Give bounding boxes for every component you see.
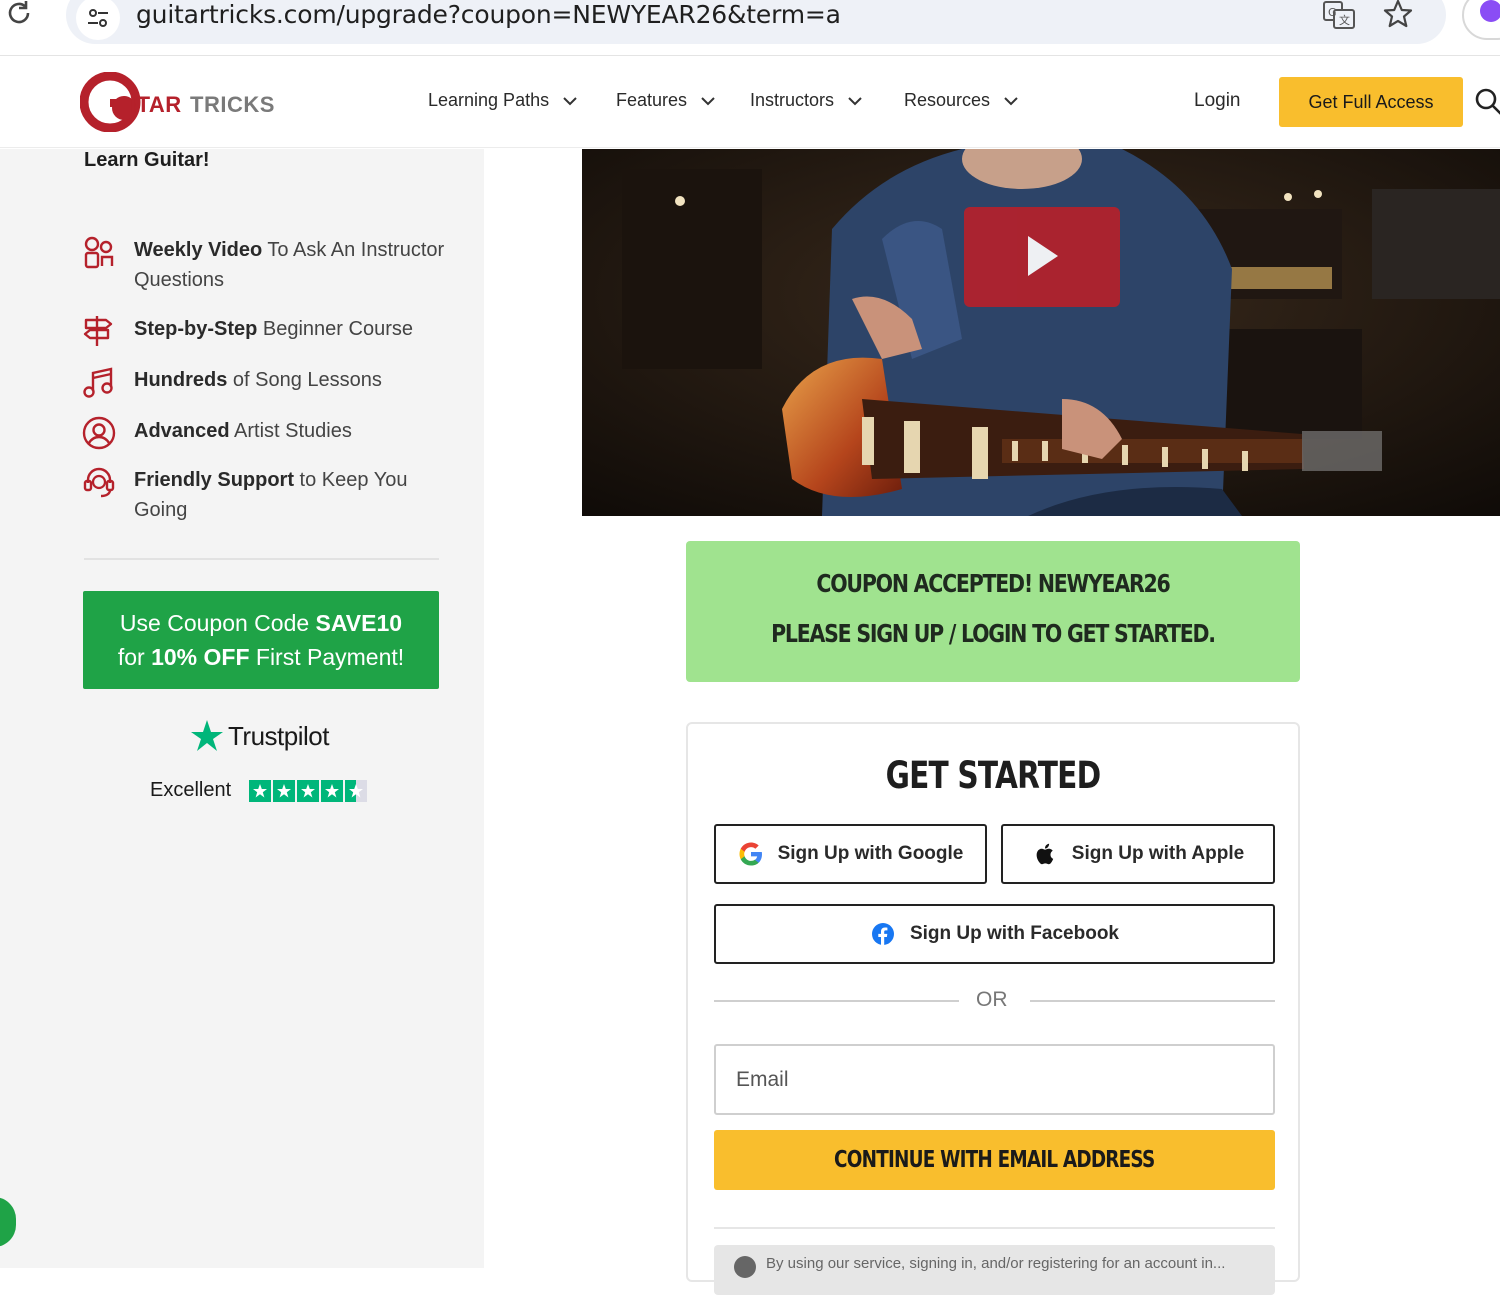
feature-item: Step-by-Step Beginner Course [82, 314, 462, 348]
info-icon [734, 1256, 756, 1278]
star-icon [297, 779, 320, 802]
tune-icon [88, 9, 108, 27]
coupon-instruction-text: PLEASE SIGN UP / LOGIN TO GET STARTED. [771, 619, 1216, 648]
coupon-discount: 10% OFF [151, 644, 250, 670]
star-half-icon [345, 779, 368, 802]
feature-text: of Song Lessons [227, 369, 382, 391]
site-header: ITAR TRICKS Learning Paths Features Inst… [0, 57, 1500, 148]
browser-toolbar: guitartricks.com/upgrade?coupon=NEWYEAR2… [0, 0, 1500, 56]
user-circle-icon [82, 416, 116, 450]
nav-instructors-label: Instructors [750, 90, 835, 110]
translate-icon[interactable]: G 文 [1322, 0, 1356, 30]
feature-bold: Advanced [134, 420, 230, 442]
chevron-down-icon [701, 96, 715, 105]
feature-bold: Weekly Video [134, 239, 263, 261]
svg-text:ITAR: ITAR [130, 92, 182, 117]
coupon-promo: Use Coupon Code SAVE10 for 10% OFF First… [83, 591, 439, 689]
svg-text:G: G [1328, 6, 1337, 19]
google-signup-button[interactable]: Sign Up with Google [714, 824, 987, 884]
facebook-signup-label: Sign Up with Facebook [909, 923, 1119, 944]
url-text[interactable]: guitartricks.com/upgrade?coupon=NEWYEAR2… [136, 0, 841, 29]
coupon-text: First Payment! [249, 644, 405, 670]
feature-text: Beginner Course [257, 318, 413, 340]
chevron-down-icon [848, 96, 862, 105]
music-note-icon [83, 367, 113, 398]
feature-item: Hundreds of Song Lessons [82, 365, 462, 399]
feature-item: Advanced Artist Studies [82, 416, 462, 450]
google-icon [739, 842, 762, 866]
bookmark-star-icon[interactable] [1382, 0, 1414, 30]
or-label: OR [976, 988, 1008, 1011]
star-icon [249, 779, 272, 802]
nav-instructors[interactable]: Instructors [750, 90, 862, 111]
star-icon [273, 779, 296, 802]
facebook-signup-button[interactable]: Sign Up with Facebook [714, 904, 1275, 964]
sidebar-divider [84, 558, 439, 560]
apple-icon [1036, 843, 1053, 865]
email-input[interactable] [714, 1044, 1275, 1115]
feature-bold: Hundreds [134, 369, 228, 391]
continue-label: CONTINUE WITH EMAIL ADDRESS [834, 1147, 1155, 1173]
video-thumbnail [582, 149, 1500, 516]
coupon-accepted-text: COUPON ACCEPTED! NEWYEAR26 [816, 569, 1170, 598]
or-line-left [714, 1000, 959, 1002]
trustpilot-stars [249, 779, 368, 802]
star-icon [321, 779, 344, 802]
sidebar-heading: Learn Guitar! [84, 149, 210, 171]
apple-signup-button[interactable]: Sign Up with Apple [1001, 824, 1275, 884]
feature-item: Friendly Support to Keep You Going [82, 465, 462, 525]
or-separator: OR [714, 986, 1275, 1016]
trustpilot-rating: Excellent [150, 779, 368, 802]
headset-icon [83, 467, 115, 498]
google-signup-label: Sign Up with Google [777, 843, 964, 864]
trustpilot-rating-label: Excellent [150, 779, 232, 801]
chevron-down-icon [1004, 96, 1018, 105]
nav-learning-paths[interactable]: Learning Paths [428, 90, 577, 111]
feature-text: Artist Studies [229, 420, 352, 442]
address-bar[interactable]: guitartricks.com/upgrade?coupon=NEWYEAR2… [66, 0, 1446, 44]
trustpilot-brand: Trustpilot [228, 720, 329, 751]
terms-notice: By using our service, signing in, and/or… [714, 1245, 1275, 1295]
svg-text:文: 文 [1339, 13, 1350, 27]
search-icon[interactable] [1474, 87, 1500, 117]
terms-text: By using our service, signing in, and/or… [766, 1255, 1226, 1272]
signup-title: GET STARTED [885, 754, 1102, 797]
nav-features[interactable]: Features [616, 90, 715, 111]
nav-features-label: Features [616, 90, 688, 110]
signpost-icon [83, 316, 113, 346]
login-link[interactable]: Login [1194, 90, 1241, 112]
play-button[interactable] [964, 207, 1120, 307]
get-full-access-button[interactable]: Get Full Access [1279, 77, 1463, 127]
trustpilot-logo[interactable]: Trustpilot [190, 719, 329, 753]
facebook-icon [871, 923, 894, 945]
signup-card: GET STARTED Sign Up with Google Sign Up … [686, 722, 1300, 1295]
coupon-text: Use Coupon Code [119, 610, 316, 636]
video-player[interactable] [582, 149, 1500, 516]
or-line-right [1030, 1000, 1275, 1002]
apple-signup-label: Sign Up with Apple [1071, 843, 1245, 864]
users-icon [84, 236, 114, 269]
svg-text:TRICKS: TRICKS [190, 92, 275, 117]
card-divider [714, 1227, 1275, 1229]
continue-with-email-button[interactable]: CONTINUE WITH EMAIL ADDRESS [714, 1130, 1275, 1190]
nav-learning-paths-label: Learning Paths [428, 90, 550, 110]
site-info-button[interactable] [76, 0, 120, 40]
feature-bold: Friendly Support [134, 469, 294, 491]
guitartricks-logo[interactable]: ITAR TRICKS [80, 72, 310, 132]
coupon-text: for [117, 644, 152, 670]
trustpilot-star-icon [191, 720, 223, 751]
feature-item: Weekly Video To Ask An Instructor Questi… [82, 235, 462, 295]
reload-icon[interactable] [4, 0, 34, 28]
coupon-accepted-notice: COUPON ACCEPTED! NEWYEAR26 PLEASE SIGN U… [686, 541, 1300, 682]
feature-bold: Step-by-Step [134, 318, 258, 340]
extension-icon[interactable] [1462, 0, 1500, 40]
nav-resources[interactable]: Resources [904, 90, 1018, 111]
coupon-code: SAVE10 [315, 610, 403, 636]
play-icon [1028, 235, 1058, 276]
nav-resources-label: Resources [904, 90, 991, 110]
chevron-down-icon [563, 96, 577, 105]
sidebar: Learn Guitar! Weekly Video To Ask An Ins… [0, 149, 484, 1268]
